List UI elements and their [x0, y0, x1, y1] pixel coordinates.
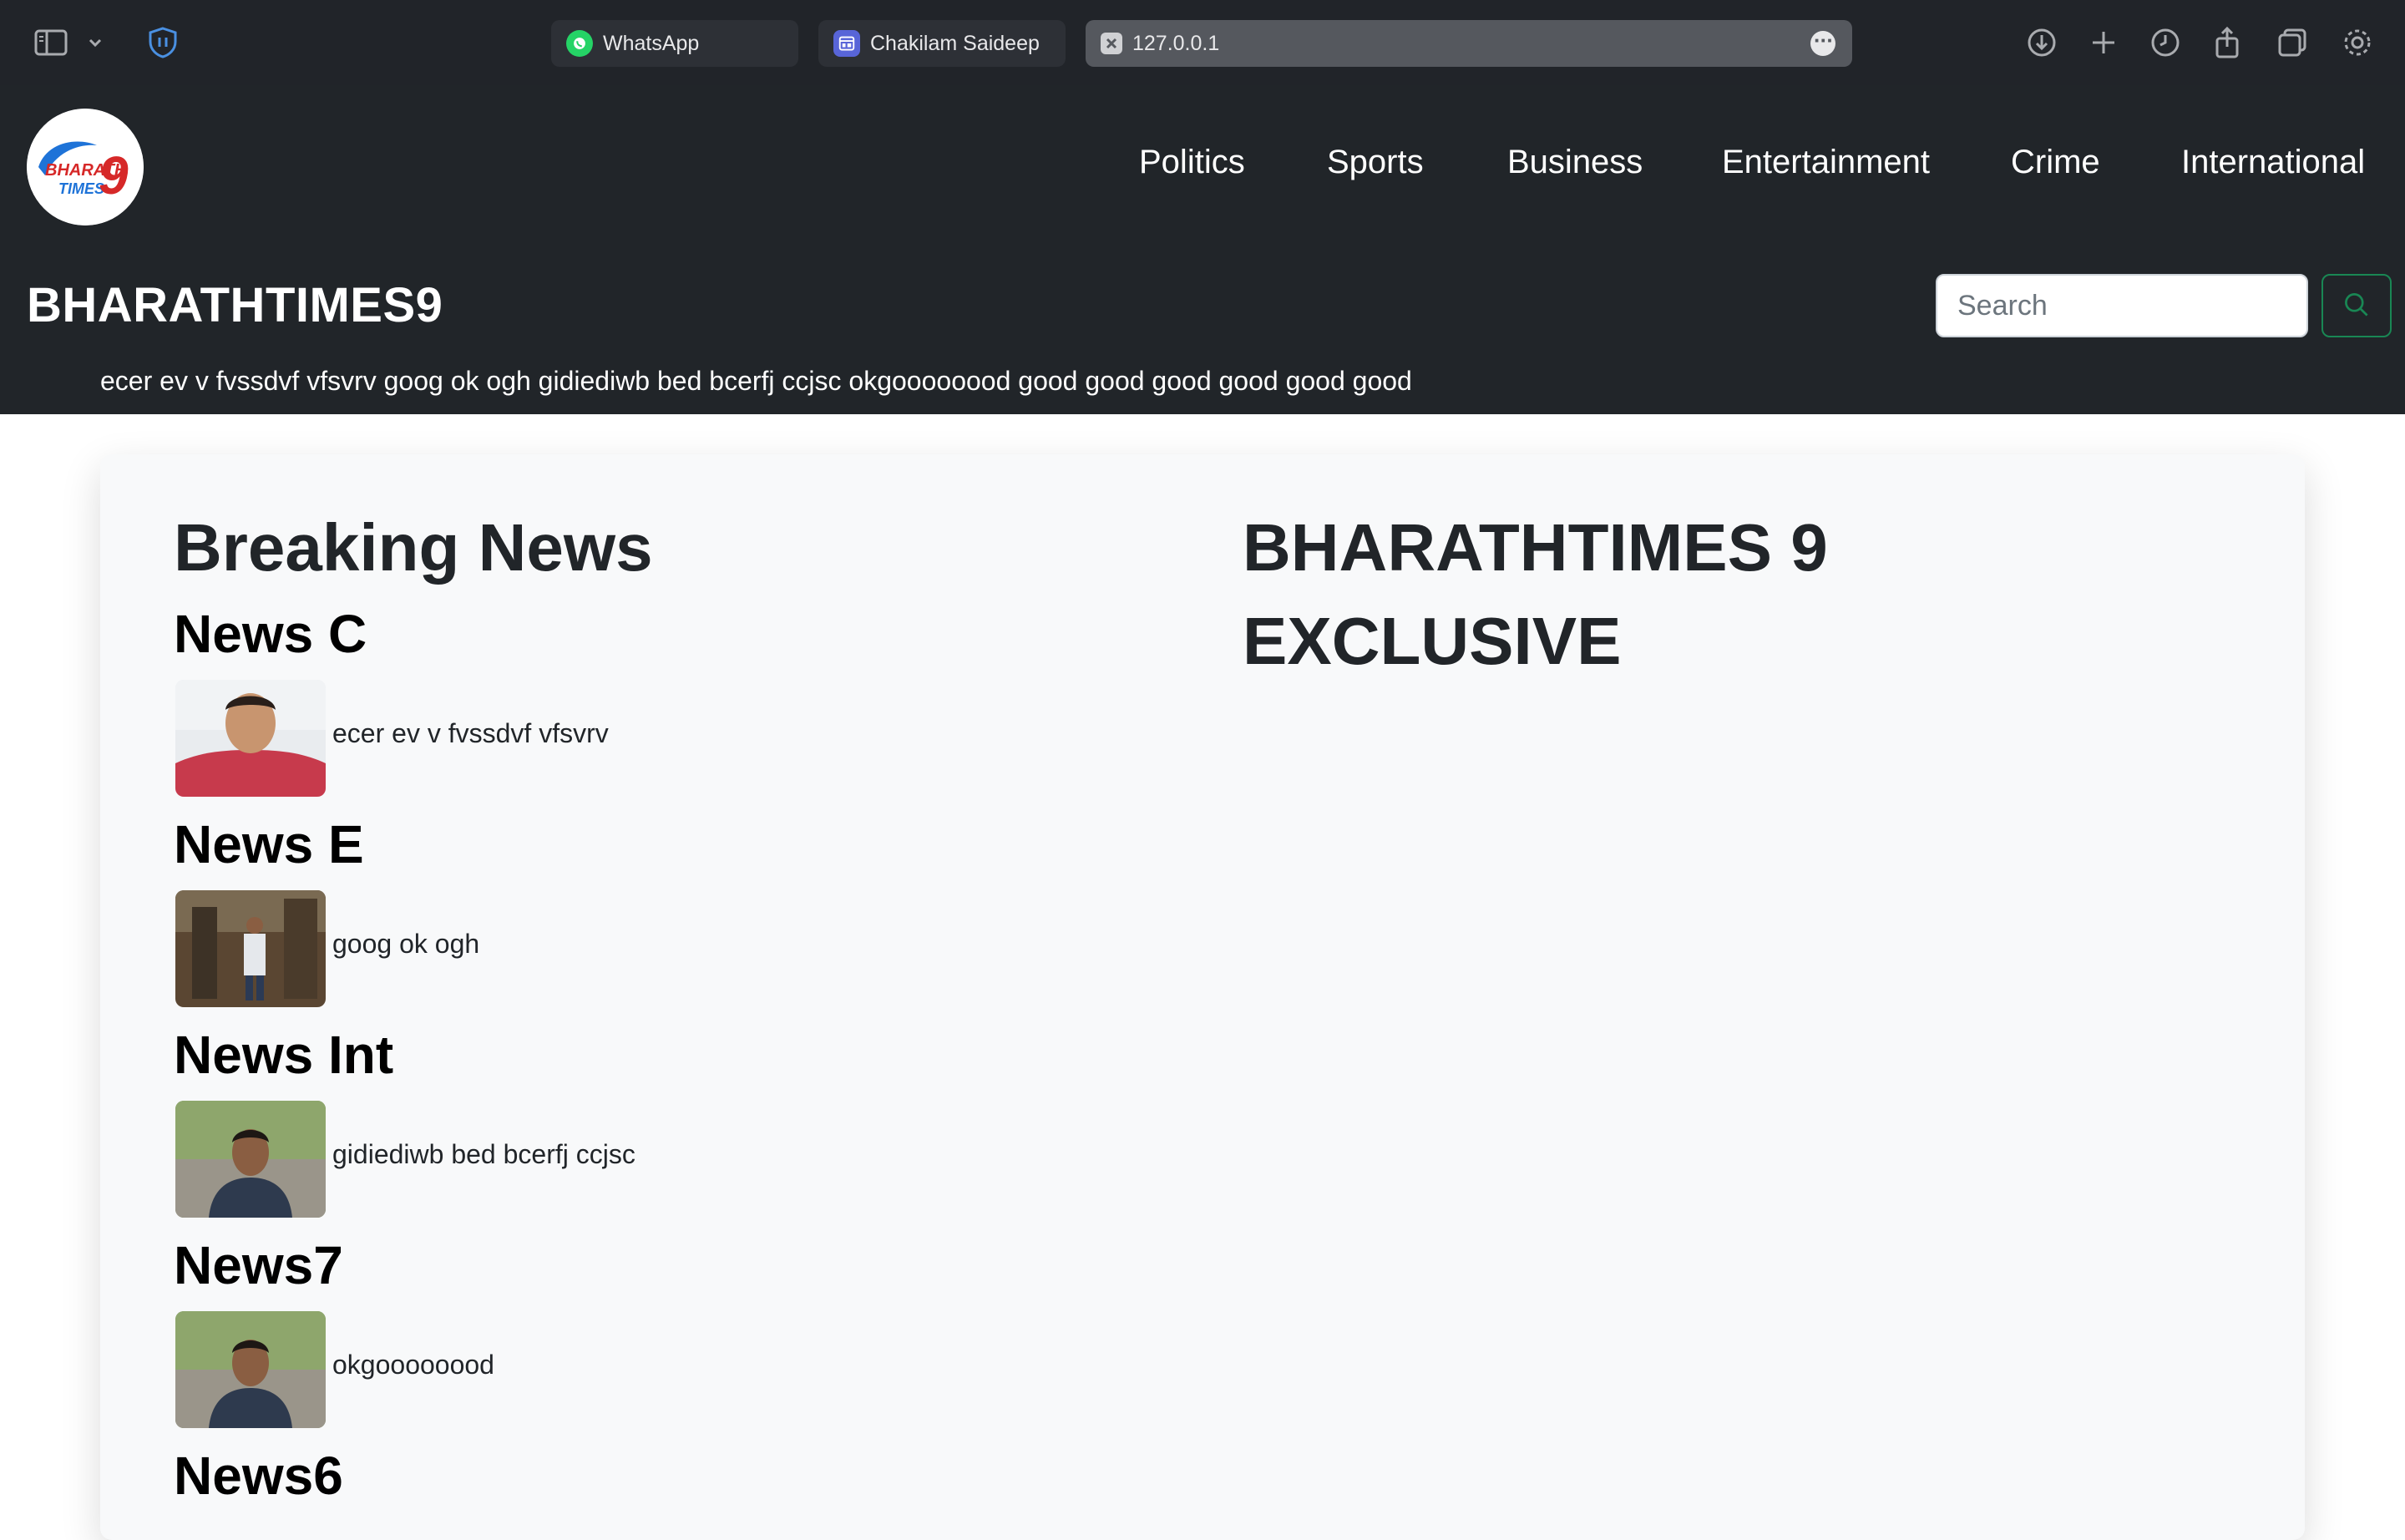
news-thumbnail[interactable] — [175, 1101, 326, 1218]
settings-icon[interactable] — [2340, 25, 2375, 60]
tab-chakilam-saideep[interactable]: Chakilam Saideep — [818, 20, 1066, 67]
nav-politics[interactable]: Politics — [1139, 144, 1245, 181]
search-input[interactable] — [1936, 274, 2308, 337]
news-thumbnail[interactable] — [175, 1311, 326, 1428]
news-title[interactable]: News6 — [174, 1445, 343, 1507]
tabs-overview-icon[interactable] — [2275, 25, 2310, 60]
news-title[interactable]: News C — [174, 603, 367, 665]
nav-entertainment[interactable]: Entertainment — [1722, 144, 1930, 181]
tab-label: Chakilam Saideep — [870, 31, 1040, 55]
news-title[interactable]: News Int — [174, 1024, 393, 1086]
site-brand[interactable]: BHARATHTIMES9 — [27, 277, 443, 333]
chevron-down-icon[interactable] — [84, 25, 107, 60]
site-header: BHARATH TIMES 9 Politics Sports Business… — [0, 85, 2405, 414]
nav-sports[interactable]: Sports — [1327, 144, 1424, 181]
browser-toolbar: WhatsApp Chakilam Saideep 127.0.0.1 — [0, 0, 2405, 85]
news-thumbnail[interactable] — [175, 680, 326, 797]
tab-label: 127.0.0.1 — [1132, 31, 1220, 55]
brand-heading: BHARATHTIMES 9 — [1243, 510, 1828, 585]
tab-localhost[interactable]: 127.0.0.1 — [1086, 20, 1852, 67]
nav-crime[interactable]: Crime — [2011, 144, 2100, 181]
tab-label: WhatsApp — [603, 31, 700, 55]
main-nav: Politics Sports Business Entertainment C… — [0, 144, 2405, 194]
news-card: Breaking News BHARATHTIMES 9 EXCLUSIVE N… — [100, 454, 2305, 1540]
news-description: ecer ev v fvssdvf vfsvrv — [332, 718, 609, 748]
news-description: gidiediwb bed bcerfj ccjsc — [332, 1139, 635, 1169]
search-button[interactable] — [2321, 274, 2392, 337]
nav-business[interactable]: Business — [1507, 144, 1643, 181]
new-tab-icon[interactable] — [2086, 25, 2121, 60]
shield-icon[interactable] — [145, 25, 180, 60]
search-icon — [2342, 290, 2372, 322]
more-options-icon[interactable] — [1810, 28, 1835, 56]
news-description: goog ok ogh — [332, 929, 480, 959]
news-title[interactable]: News E — [174, 813, 364, 875]
share-icon[interactable] — [2210, 25, 2245, 60]
breaking-news-heading: Breaking News — [174, 510, 653, 585]
app-grid-icon — [833, 30, 860, 57]
sidebar-icon[interactable] — [33, 25, 68, 60]
news-title[interactable]: News7 — [174, 1234, 343, 1296]
nav-international[interactable]: International — [2181, 144, 2365, 181]
download-icon[interactable] — [2024, 25, 2059, 60]
news-ticker: ecer ev v fvssdvf vfsvrv goog ok ogh gid… — [100, 366, 1412, 396]
whatsapp-icon — [566, 30, 593, 57]
news-thumbnail[interactable] — [175, 890, 326, 1007]
tab-whatsapp[interactable]: WhatsApp — [551, 20, 798, 67]
history-icon[interactable] — [2148, 25, 2183, 60]
exclusive-heading: EXCLUSIVE — [1243, 604, 1622, 678]
news-description: okgoooooood — [332, 1350, 494, 1380]
close-icon[interactable] — [1101, 33, 1122, 54]
